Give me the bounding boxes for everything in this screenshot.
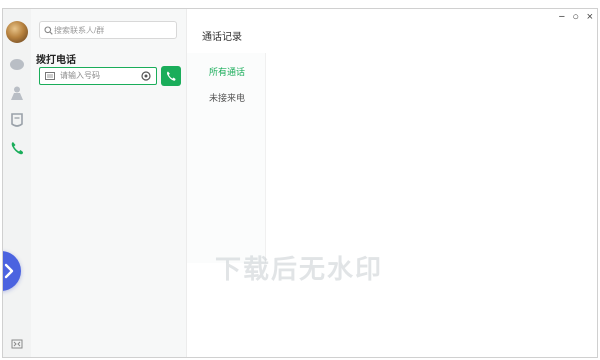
expand-icon[interactable] bbox=[11, 339, 23, 349]
tab-missed-calls[interactable]: 未接来电 bbox=[209, 91, 245, 104]
call-records-title: 通话记录 bbox=[202, 32, 242, 43]
app-window: 搜索联系人/群 拨打电话 请输入号码 通话记录 所有通话 未接来电 下载后无水印… bbox=[2, 8, 598, 358]
minimize-button[interactable]: − bbox=[559, 11, 565, 23]
chevron-right-icon bbox=[4, 263, 14, 279]
search-icon bbox=[44, 26, 53, 35]
clear-icon[interactable] bbox=[141, 71, 151, 81]
phone-call-icon bbox=[167, 71, 176, 81]
maximize-button[interactable]: ○ bbox=[572, 11, 579, 23]
call-records-pane: 通话记录 所有通话 未接来电 下载后无水印 − ○ × bbox=[187, 9, 597, 357]
search-placeholder: 搜索联系人/群 bbox=[54, 26, 105, 35]
phone-icon[interactable] bbox=[9, 140, 25, 156]
chat-bubble-icon[interactable] bbox=[9, 57, 25, 73]
favorites-icon[interactable] bbox=[9, 112, 25, 128]
contacts-icon[interactable] bbox=[9, 85, 25, 101]
keypad-icon[interactable] bbox=[45, 72, 55, 80]
close-button[interactable]: × bbox=[587, 11, 593, 23]
left-rail bbox=[3, 9, 31, 357]
avatar[interactable] bbox=[6, 21, 28, 43]
call-filter-nav: 所有通话 未接来电 bbox=[187, 53, 266, 263]
phone-number-placeholder: 请输入号码 bbox=[60, 71, 100, 80]
watermark-text: 下载后无水印 bbox=[215, 255, 384, 285]
dialer-title: 拨打电话 bbox=[36, 55, 76, 66]
expand-arrow-button[interactable] bbox=[3, 251, 21, 291]
phone-number-input[interactable]: 请输入号码 bbox=[39, 67, 157, 85]
tab-all-calls[interactable]: 所有通话 bbox=[209, 65, 245, 78]
call-button[interactable] bbox=[161, 66, 181, 86]
search-input[interactable]: 搜索联系人/群 bbox=[39, 21, 177, 39]
dialer-pane: 搜索联系人/群 拨打电话 请输入号码 bbox=[31, 9, 187, 357]
